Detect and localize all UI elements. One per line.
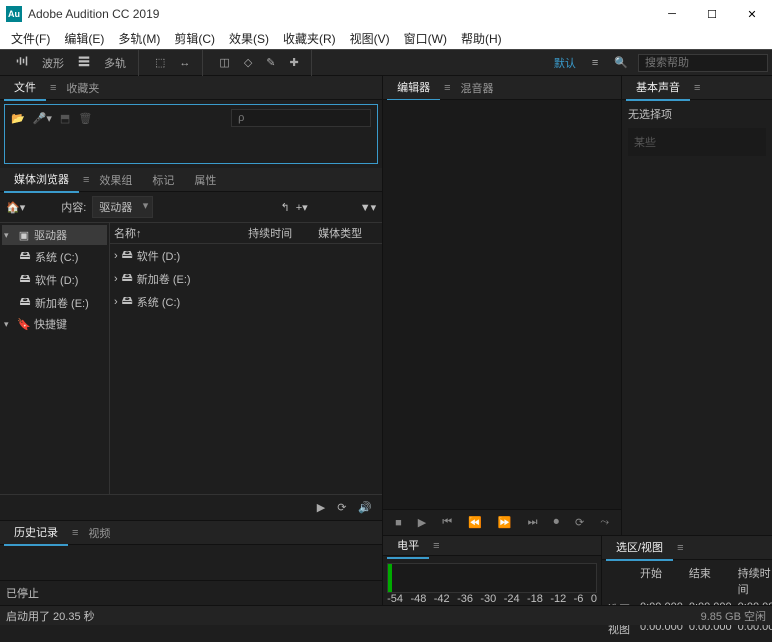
list-item[interactable]: ›🖴新加卷 (E:) bbox=[110, 267, 382, 290]
tab-editor[interactable]: 编辑器 bbox=[387, 75, 440, 101]
menu-view[interactable]: 视图(V) bbox=[343, 30, 397, 47]
waveform-mode[interactable]: 波形 bbox=[36, 53, 70, 73]
tool-brush-icon[interactable]: ✎ bbox=[260, 54, 281, 71]
files-search-input[interactable] bbox=[231, 109, 371, 127]
sound-prompt: 某些 bbox=[628, 128, 766, 156]
menu-help[interactable]: 帮助(H) bbox=[454, 30, 509, 47]
tab-effects-rack[interactable]: 效果组 bbox=[89, 168, 142, 192]
panel-menu-icon[interactable]: ≡ bbox=[677, 542, 683, 554]
app-logo: Au bbox=[6, 6, 22, 22]
tool-lasso-icon[interactable]: ◇ bbox=[238, 54, 258, 71]
transport-controls: ■ ▶ ⏮ ⏪ ⏩ ⏭ ⏺ ⟳ ⤳ bbox=[383, 509, 621, 535]
media-browser-panel: 🏠▾ 内容: 驱动器 ↰ +▾ ▼▾ ▾▣驱动器 🖴系统 (C:) 🖴软件 (D… bbox=[0, 192, 382, 520]
editor-viewport[interactable] bbox=[383, 100, 621, 509]
tab-video[interactable]: 视频 bbox=[78, 521, 120, 545]
tab-levels[interactable]: 电平 bbox=[387, 533, 429, 559]
menu-edit[interactable]: 编辑(E) bbox=[57, 30, 111, 47]
stop-icon[interactable]: ■ bbox=[391, 515, 406, 531]
forward-icon[interactable]: ⏩ bbox=[494, 514, 516, 531]
play-icon[interactable]: ▶ bbox=[317, 501, 325, 514]
menu-file[interactable]: 文件(F) bbox=[4, 30, 57, 47]
play-icon[interactable]: ▶ bbox=[414, 514, 430, 531]
tab-history[interactable]: 历史记录 bbox=[4, 520, 68, 546]
tab-properties[interactable]: 属性 bbox=[184, 168, 226, 192]
content-label: 内容: bbox=[61, 199, 86, 215]
tab-favorites[interactable]: 收藏夹 bbox=[56, 76, 109, 100]
panel-menu-icon[interactable]: ≡ bbox=[694, 82, 700, 94]
help-search-input[interactable] bbox=[638, 54, 768, 72]
panel-menu-icon[interactable]: ≡ bbox=[433, 540, 439, 552]
record-icon[interactable]: 🎤▾ bbox=[33, 112, 52, 125]
waveform-icon[interactable] bbox=[10, 53, 34, 72]
level-scale: -54-48-42-36-30-24-18-12-60 bbox=[383, 593, 601, 605]
trash-icon[interactable]: 🗑 bbox=[78, 112, 92, 125]
list-item[interactable]: ›🖴软件 (D:) bbox=[110, 244, 382, 267]
minimize-button[interactable]: ─ bbox=[652, 0, 692, 28]
media-tree[interactable]: ▾▣驱动器 🖴系统 (C:) 🖴软件 (D:) 🖴新加卷 (E:) ▾🔖快捷键 bbox=[0, 223, 110, 494]
import-icon[interactable]: ⬒ bbox=[60, 112, 70, 125]
tree-item[interactable]: 🖴软件 (D:) bbox=[2, 268, 107, 291]
status-stopped: 已停止 bbox=[0, 580, 382, 605]
tab-essential-sound[interactable]: 基本声音 bbox=[626, 75, 690, 101]
tree-item-drives[interactable]: ▾▣驱动器 bbox=[2, 225, 107, 245]
workspace-default[interactable]: 默认 bbox=[548, 53, 582, 73]
close-button[interactable]: ✕ bbox=[732, 0, 772, 28]
maximize-button[interactable]: ☐ bbox=[692, 0, 732, 28]
no-selection-label: 无选择项 bbox=[628, 106, 766, 122]
selection-grid: 开始结束持续时间 选区0:00.0000:00.0000:00.000 视图0:… bbox=[606, 564, 768, 638]
col-duration[interactable]: 持续时间 bbox=[248, 225, 318, 241]
tab-files[interactable]: 文件 bbox=[4, 75, 46, 101]
menu-favorites[interactable]: 收藏夹(R) bbox=[276, 30, 343, 47]
tree-item-shortcuts[interactable]: ▾🔖快捷键 bbox=[2, 314, 107, 334]
loop-icon[interactable]: ⟳ bbox=[337, 501, 346, 514]
menu-effects[interactable]: 效果(S) bbox=[222, 30, 276, 47]
loop-icon[interactable]: ⟳ bbox=[571, 514, 588, 531]
tab-mixer[interactable]: 混音器 bbox=[451, 76, 504, 100]
menu-bar: 文件(F) 编辑(E) 多轨(M) 剪辑(C) 效果(S) 收藏夹(R) 视图(… bbox=[0, 28, 772, 50]
open-file-icon[interactable]: 📂 bbox=[11, 112, 25, 125]
rewind-icon[interactable]: ⏪ bbox=[464, 514, 486, 531]
main-toolbar: 波形 多轨 ⬚ ↔ ◫ ◇ ✎ ✚ 默认 ≡ 🔍 bbox=[0, 50, 772, 76]
tool-move-icon[interactable]: ↔ bbox=[173, 55, 196, 71]
menu-multitrack[interactable]: 多轨(M) bbox=[111, 30, 167, 47]
tab-media-browser[interactable]: 媒体浏览器 bbox=[4, 167, 79, 193]
list-item[interactable]: ›🖴系统 (C:) bbox=[110, 290, 382, 313]
multitrack-icon[interactable] bbox=[72, 53, 96, 72]
level-meter bbox=[387, 563, 597, 593]
new-folder-icon[interactable]: +▾ bbox=[296, 201, 308, 214]
prev-icon[interactable]: ⏮ bbox=[438, 514, 456, 531]
window-title: Adobe Audition CC 2019 bbox=[28, 7, 652, 21]
tab-sel-view[interactable]: 选区/视图 bbox=[606, 535, 673, 561]
tree-item[interactable]: 🖴新加卷 (E:) bbox=[2, 291, 107, 314]
col-type[interactable]: 媒体类型 bbox=[318, 225, 378, 241]
record-icon[interactable]: ⏺ bbox=[549, 514, 563, 531]
tool-marquee-icon[interactable]: ◫ bbox=[213, 54, 235, 71]
col-name[interactable]: 名称↑ bbox=[114, 225, 248, 241]
files-panel: 📂 🎤▾ ⬒ 🗑 bbox=[4, 104, 378, 164]
startup-time: 启动用了 20.35 秒 bbox=[6, 608, 95, 624]
shortcuts-icon[interactable]: 🏠▾ bbox=[6, 201, 25, 214]
media-list[interactable]: ›🖴软件 (D:) ›🖴新加卷 (E:) ›🖴系统 (C:) bbox=[110, 244, 382, 494]
free-space: 9.85 GB 空闲 bbox=[701, 608, 766, 624]
content-dropdown[interactable]: 驱动器 bbox=[92, 196, 153, 218]
go-up-icon[interactable]: ↰ bbox=[281, 201, 290, 214]
tool-select-icon[interactable]: ⬚ bbox=[149, 54, 171, 71]
menu-clip[interactable]: 剪辑(C) bbox=[167, 30, 222, 47]
tab-markers[interactable]: 标记 bbox=[142, 168, 184, 192]
tool-heal-icon[interactable]: ✚ bbox=[284, 54, 305, 71]
skip-icon[interactable]: ⤳ bbox=[596, 514, 613, 531]
menu-window[interactable]: 窗口(W) bbox=[397, 30, 454, 47]
autoplay-icon[interactable]: 🔊 bbox=[358, 501, 372, 514]
next-icon[interactable]: ⏭ bbox=[524, 514, 542, 531]
search-icon: 🔍 bbox=[608, 54, 634, 71]
multitrack-mode[interactable]: 多轨 bbox=[98, 53, 132, 73]
workspace-menu-icon[interactable]: ≡ bbox=[586, 55, 604, 71]
filter-icon[interactable]: ▼▾ bbox=[360, 201, 376, 214]
tree-item[interactable]: 🖴系统 (C:) bbox=[2, 245, 107, 268]
